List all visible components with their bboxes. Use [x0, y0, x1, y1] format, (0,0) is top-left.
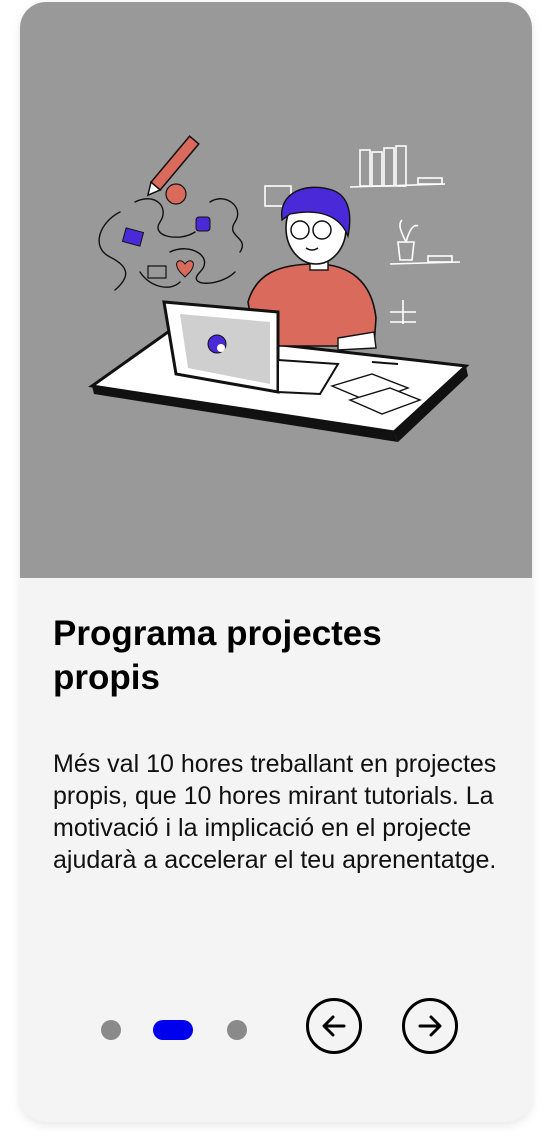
slide-description: Més val 10 hores treballant en projectes…: [53, 750, 497, 874]
previous-slide-button[interactable]: [306, 998, 362, 1054]
arrow-left-icon: [322, 1015, 346, 1037]
slide-illustration: [20, 2, 532, 578]
pagination-dot-2[interactable]: [153, 1020, 193, 1040]
illustration-svg: [88, 135, 470, 442]
next-slide-button[interactable]: [402, 998, 458, 1054]
carousel-card: Programa projectes propis Més val 10 hor…: [20, 2, 532, 1122]
slide-title: Programa projectes propis: [53, 614, 382, 697]
pagination-dot-1[interactable]: [101, 1020, 121, 1040]
pagination-dot-3[interactable]: [227, 1020, 247, 1040]
arrow-right-icon: [418, 1015, 442, 1037]
